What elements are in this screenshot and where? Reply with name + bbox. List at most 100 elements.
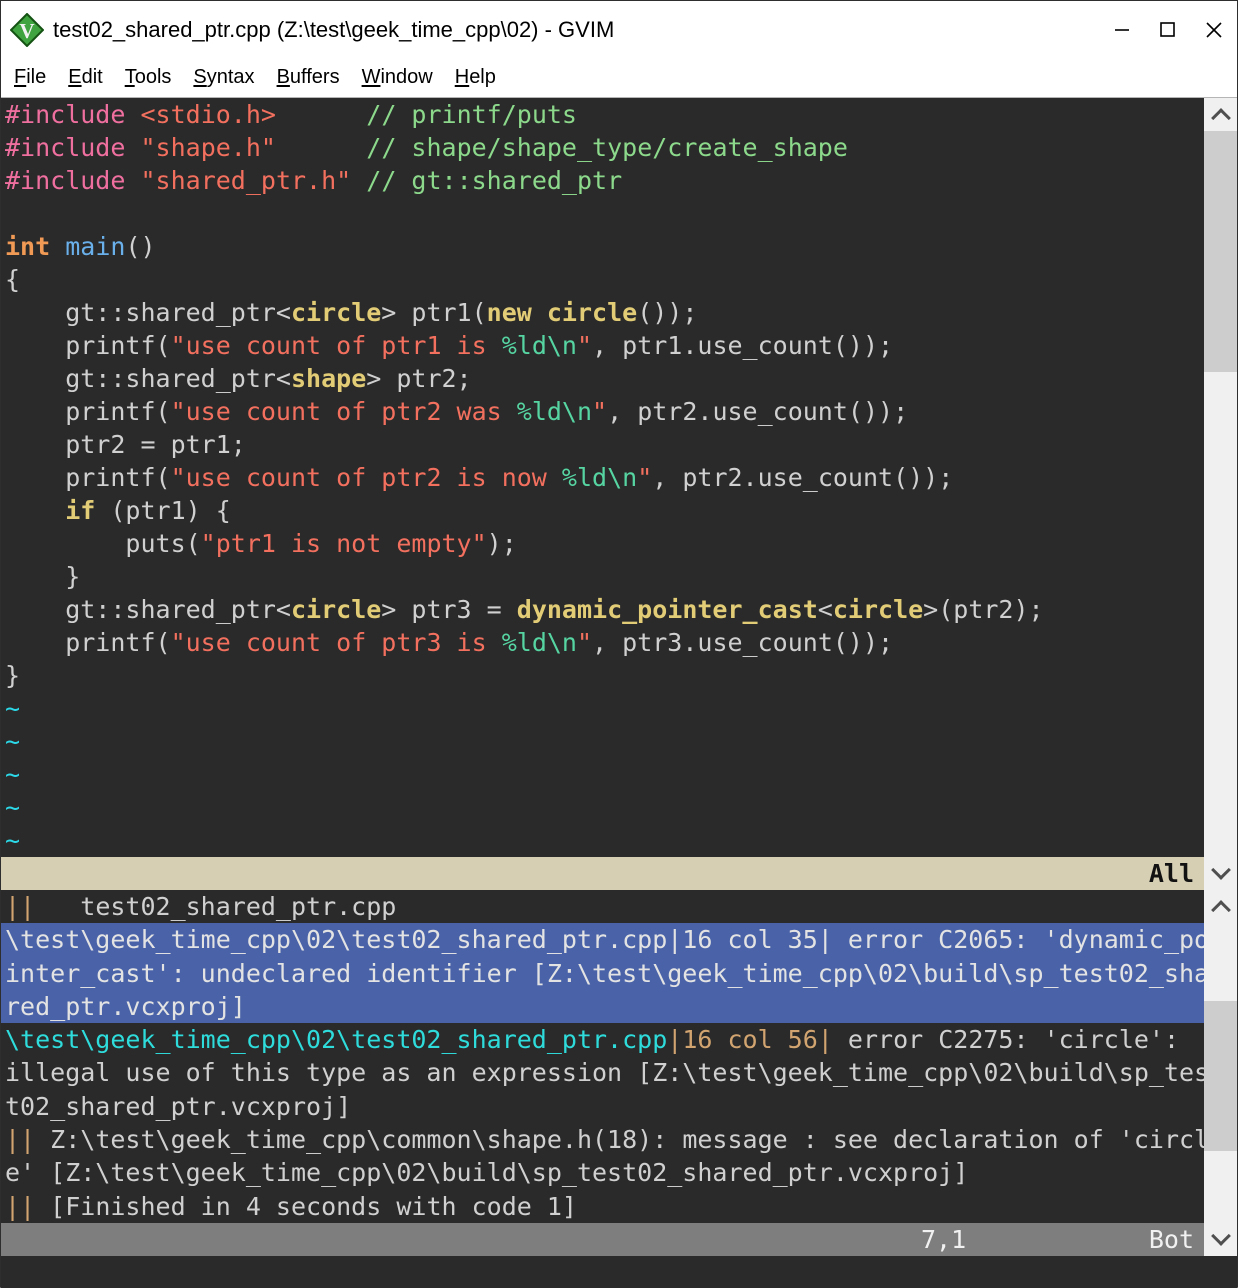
maximize-icon[interactable] [1145, 1, 1191, 58]
quickfix-row: || test02_shared_ptr.cpp\test\geek_time_… [1, 890, 1237, 1256]
token-tilde: ~ [5, 826, 20, 855]
quickfix-column: || test02_shared_ptr.cpp\test\geek_time_… [1, 890, 1204, 1256]
token-n: puts( [5, 529, 201, 558]
token-str: " [577, 628, 592, 657]
editor-area[interactable]: #include <stdio.h> // printf/puts#includ… [1, 98, 1204, 857]
menu-help[interactable]: Help [444, 66, 507, 89]
quickfix-scrollbar[interactable] [1204, 890, 1237, 1256]
token-n [532, 298, 547, 327]
code-line: if (ptr1) { [5, 494, 1204, 527]
token-typ: circle [291, 595, 381, 624]
code-line: gt::shared_ptr<circle> ptr1(new circle()… [5, 296, 1204, 329]
menu-mnemonic: B [277, 66, 290, 88]
editor-column: #include <stdio.h> // printf/puts#includ… [1, 98, 1204, 890]
quickfix-entry[interactable]: \test\geek_time_cpp\02\test02_shared_ptr… [1, 1023, 1204, 1123]
quickfix-entry-selected[interactable]: \test\geek_time_cpp\02\test02_shared_ptr… [1, 923, 1204, 1023]
code-line: printf("use count of ptr1 is %ld\n", ptr… [5, 329, 1204, 362]
token-n: Z:\test\geek_time_cpp\common\shape.h(18)… [5, 1125, 1204, 1187]
token-n: { [5, 265, 20, 294]
menu-label: ools [135, 66, 172, 88]
token-n: ptr2 = ptr1; [5, 430, 246, 459]
token-n: printf( [5, 397, 171, 426]
filler-tilde-line: ~ [5, 725, 1204, 758]
token-str: "shared_ptr.h" [140, 166, 351, 195]
menu-edit[interactable]: Edit [57, 66, 113, 89]
menu-window[interactable]: Window [351, 66, 444, 89]
code-line [5, 197, 1204, 230]
menu-mnemonic: S [193, 66, 206, 88]
gvim-window: V test02_shared_ptr.cpp (Z:\test\geek_ti… [0, 0, 1238, 1287]
menu-mnemonic: W [362, 66, 381, 88]
quickfix-entry-text: || [Finished in 4 seconds with code 1] [1, 1190, 1204, 1223]
filler-tilde-line: ~ [5, 824, 1204, 857]
token-pp: #include [5, 100, 125, 129]
quickfix-scroll-indicator: Bot [1149, 1223, 1194, 1256]
menu-syntax[interactable]: Syntax [182, 66, 265, 89]
statusline-scroll-indicator: All [1149, 857, 1194, 890]
chevron-up-icon[interactable] [1204, 98, 1237, 131]
quickfix-entry[interactable]: || Z:\test\geek_time_cpp\common\shape.h(… [1, 1123, 1204, 1190]
quickfix-entry[interactable]: || test02_shared_ptr.cpp [1, 890, 1204, 923]
token-n: > ptr2; [366, 364, 471, 393]
minimize-icon[interactable] [1099, 1, 1145, 58]
scrollbar-thumb[interactable] [1204, 1001, 1237, 1151]
scrollbar-thumb[interactable] [1204, 131, 1237, 372]
menu-buffers[interactable]: Buffers [266, 66, 351, 89]
chevron-down-icon[interactable] [1204, 857, 1237, 890]
window-controls [1099, 1, 1237, 58]
chevron-down-icon[interactable] [1204, 1223, 1237, 1256]
token-kw: int [5, 232, 50, 261]
command-line[interactable] [1, 1256, 1237, 1288]
token-n [125, 133, 140, 162]
code-line: #include "shape.h" // shape/shape_type/c… [5, 131, 1204, 164]
token-n: > ptr1( [381, 298, 486, 327]
menu-label: elp [469, 66, 496, 88]
close-icon[interactable] [1191, 1, 1237, 58]
editor-row: #include <stdio.h> // printf/puts#includ… [1, 98, 1237, 890]
token-file: \test\geek_time_cpp\02\test02_shared_ptr… [5, 1025, 667, 1054]
menu-mnemonic: E [68, 66, 81, 88]
quickfix-entry-text: \test\geek_time_cpp\02\test02_shared_ptr… [1, 1023, 1204, 1123]
code-line: gt::shared_ptr<circle> ptr3 = dynamic_po… [5, 593, 1204, 626]
token-str: "shape.h" [140, 133, 275, 162]
token-tilde: ~ [5, 727, 20, 756]
menu-tools[interactable]: Tools [114, 66, 183, 89]
token-spc: %ld\n [517, 397, 592, 426]
menu-file[interactable]: File [3, 66, 57, 89]
svg-text:V: V [19, 19, 34, 43]
chevron-up-icon[interactable] [1204, 890, 1237, 923]
token-n: printf( [5, 331, 171, 360]
menubar: FileEditToolsSyntaxBuffersWindowHelp [1, 58, 1237, 98]
token-typ: circle [291, 298, 381, 327]
token-cmt: // printf/puts [366, 100, 577, 129]
token-tilde: ~ [5, 694, 20, 723]
token-fn: main [65, 232, 125, 261]
token-sep: || [5, 892, 35, 921]
editor-statusline: \test\geek_time_cpp\02\test02_shared_ptr… [1, 857, 1204, 890]
token-qsel: \test\geek_time_cpp\02\test02_shared_ptr… [5, 925, 1204, 1021]
quickfix-area[interactable]: || test02_shared_ptr.cpp\test\geek_time_… [1, 890, 1204, 1223]
editor-scrollbar[interactable] [1204, 98, 1237, 890]
titlebar: V test02_shared_ptr.cpp (Z:\test\geek_ti… [1, 1, 1237, 58]
token-n: , ptr2.use_count()); [607, 397, 908, 426]
token-cmt: // shape/shape_type/create_shape [366, 133, 848, 162]
quickfix-entry[interactable]: || [Finished in 4 seconds with code 1] [1, 1190, 1204, 1223]
token-n [276, 100, 366, 129]
token-typ: shape [291, 364, 366, 393]
token-sep: | [667, 1025, 682, 1054]
token-str: " [577, 331, 592, 360]
token-str: "use count of ptr3 is [171, 628, 502, 657]
code-line: printf("use count of ptr2 is now %ld\n",… [5, 461, 1204, 494]
token-n: printf( [5, 628, 171, 657]
code-line: #include <stdio.h> // printf/puts [5, 98, 1204, 131]
token-sep: | [818, 1025, 833, 1054]
menu-label: dit [82, 66, 103, 88]
token-typ: circle [833, 595, 923, 624]
token-n: , ptr3.use_count()); [592, 628, 893, 657]
token-str: " [592, 397, 607, 426]
code-line: } [5, 560, 1204, 593]
token-n: , ptr2.use_count()); [652, 463, 953, 492]
token-n: gt::shared_ptr< [5, 595, 291, 624]
token-n [5, 496, 65, 525]
cursor-position: 7,1 [921, 1223, 966, 1256]
